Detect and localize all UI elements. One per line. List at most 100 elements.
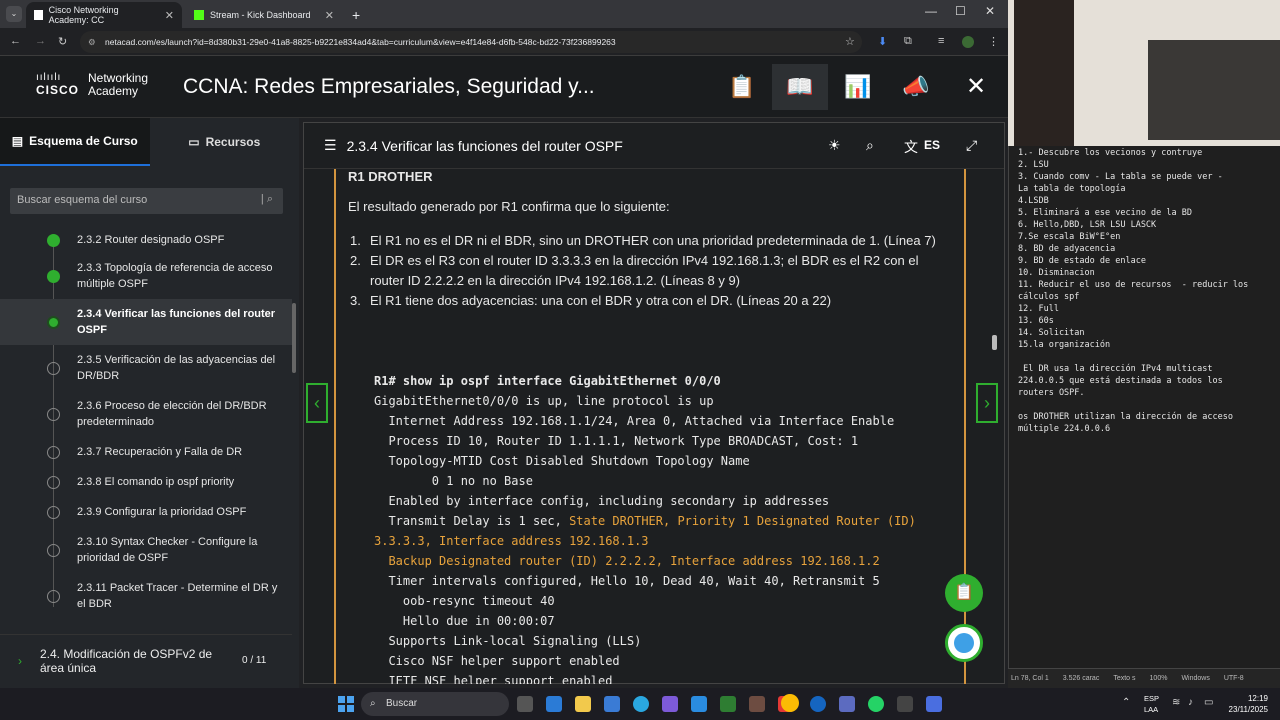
outline-item[interactable]: 2.3.7 Recuperación y Falla de DR	[0, 437, 292, 467]
kick-favicon-icon	[194, 10, 204, 20]
chevron-circle-icon	[47, 505, 60, 519]
task-view-icon[interactable]	[517, 696, 533, 712]
close-course-icon[interactable]: ✕	[948, 64, 1004, 110]
telegram-icon[interactable]	[633, 696, 649, 712]
tab-resources[interactable]: ▭ Recursos	[150, 118, 300, 166]
maximize-icon[interactable]: ☐	[955, 4, 966, 18]
profile-avatar[interactable]	[962, 36, 974, 48]
outline-item[interactable]: 2.3.10 Syntax Checker - Configure la pri…	[0, 527, 292, 573]
download-icon[interactable]: ⬇	[878, 35, 887, 48]
whatsapp-icon[interactable]	[868, 696, 884, 712]
battery-icon[interactable]: ▭	[1204, 697, 1213, 708]
content-scrollbar[interactable]	[992, 335, 997, 350]
address-bar[interactable]: ⚙ netacad.com/es/launch?id=8d380b31-29e0…	[80, 31, 862, 53]
item-label: 2.3.9 Configurar la prioridad OSPF	[77, 506, 247, 518]
content-body: R1 DROTHER El resultado generado por R1 …	[334, 169, 966, 684]
minimize-icon[interactable]: —	[925, 4, 937, 18]
line-ending[interactable]: Windows	[1181, 675, 1209, 682]
language-indicator[interactable]: ESP LAA	[1144, 693, 1159, 715]
close-window-icon[interactable]: ✕	[985, 4, 995, 18]
notepad-editor[interactable]: 1.- Descubre los vecionos y contruye 2. L…	[1008, 146, 1280, 686]
file-explorer-icon[interactable]	[575, 696, 591, 712]
app-icon[interactable]	[662, 696, 678, 712]
next-page-button[interactable]: ›	[976, 383, 998, 423]
vscode-icon[interactable]	[691, 696, 707, 712]
note-line: La tabla de topología	[1018, 184, 1126, 194]
language-selector[interactable]: ES	[924, 138, 940, 152]
tab-course-outline[interactable]: ▤ Esquema de Curso	[0, 118, 150, 166]
chevron-circle-icon	[47, 589, 60, 603]
lang-line: ESP	[1144, 694, 1160, 703]
brightness-icon[interactable]: ☀	[828, 137, 841, 154]
outline-item[interactable]: 2.3.6 Proceso de elección del DR/BDR pre…	[0, 391, 292, 437]
app-icon[interactable]	[810, 696, 826, 712]
notes-fab-button[interactable]: 📋	[945, 574, 983, 612]
clock-time: 12:19	[1247, 694, 1268, 703]
extensions-icon[interactable]: ⧉	[904, 35, 912, 48]
teams-icon[interactable]	[839, 696, 855, 712]
notepad-text[interactable]: 1.- Descubre los vecionos y contruye 2. L…	[1018, 147, 1248, 435]
windows-start-icon[interactable]	[338, 696, 354, 712]
chevron-circle-icon	[47, 407, 60, 421]
chrome-icon[interactable]	[781, 694, 799, 712]
chart-icon[interactable]: 📊	[830, 64, 886, 110]
tab-kick[interactable]: Stream - Kick Dashboard ✕	[186, 2, 342, 28]
outline-item[interactable]: 2.3.3 Topología de referencia de acceso …	[0, 253, 292, 299]
intro-text: El resultado generado por R1 confirma qu…	[348, 199, 670, 214]
new-tab-button[interactable]: +	[344, 2, 364, 28]
site-info-icon[interactable]: ⚙	[88, 31, 96, 53]
assistant-icon	[954, 633, 974, 653]
outline-item[interactable]: 2.3.9 Configurar la prioridad OSPF	[0, 497, 292, 527]
wifi-icon[interactable]: ≋	[1172, 697, 1180, 708]
tab-search-button[interactable]: ⌄	[6, 6, 22, 22]
megaphone-icon[interactable]: 📣	[888, 64, 944, 110]
clipboard-icon[interactable]: 📋	[714, 64, 770, 110]
edge-icon[interactable]	[546, 696, 562, 712]
tab-cisco[interactable]: Cisco Networking Academy: CC ✕	[26, 2, 182, 28]
text-mode: Texto s	[1113, 675, 1136, 682]
volume-icon[interactable]: ♪	[1188, 697, 1193, 708]
bookmark-star-icon[interactable]: ☆	[845, 35, 855, 48]
system-clock[interactable]: 12:19 23/11/2025	[1229, 693, 1268, 715]
item-label: 2.3.7 Recuperación y Falla de DR	[77, 446, 243, 458]
tray-chevron-icon[interactable]: ⌃	[1122, 697, 1130, 708]
outline-item[interactable]: 2.3.8 El comando ip ospf priority	[0, 467, 292, 497]
search-icon[interactable]: | ⌕	[261, 193, 273, 206]
outline-search-input[interactable]: Buscar esquema del curso | ⌕	[10, 188, 283, 214]
forward-icon[interactable]: →	[35, 35, 46, 47]
menu-icon[interactable]: ⋮	[988, 35, 999, 48]
code-highlight: State DROTHER, Priority 1 Designated Rou…	[569, 514, 916, 528]
notepad-icon[interactable]	[926, 696, 942, 712]
back-icon[interactable]: ←	[10, 35, 21, 47]
app-icon[interactable]	[720, 696, 736, 712]
browser-tab-strip: ⌄ Cisco Networking Academy: CC ✕ Stream …	[0, 0, 1008, 28]
close-icon[interactable]: ✕	[165, 9, 174, 22]
expand-icon[interactable]: ⤢	[966, 137, 977, 154]
chevron-circle-icon	[47, 543, 60, 557]
outline-item[interactable]: 2.3.11 Packet Tracer - Determine el DR y…	[0, 573, 292, 619]
assistant-fab-button[interactable]	[945, 624, 983, 662]
course-outline-sidebar: ▤ Esquema de Curso ▭ Recursos Buscar esque…	[0, 118, 299, 688]
previous-page-button[interactable]: ‹	[306, 383, 328, 423]
close-icon[interactable]: ✕	[325, 9, 334, 22]
cisco-logo[interactable]: ıılıılı CISCO Networking Academy	[36, 72, 148, 98]
encoding[interactable]: UTF-8	[1224, 675, 1244, 682]
sidepanel-icon[interactable]: ≡	[938, 35, 944, 47]
collapse-menu-icon[interactable]: ☰	[324, 137, 337, 154]
sidebar-scrollbar[interactable]	[292, 303, 296, 373]
outline-item[interactable]: 2.3.5 Verificación de las adyacencias de…	[0, 345, 292, 391]
note-line: 3. Cuando comv - La tabla se puede ver -	[1018, 172, 1223, 182]
app-icon[interactable]	[749, 696, 765, 712]
reload-icon[interactable]: ↻	[58, 35, 67, 48]
outline-section-2-4[interactable]: › 2.4. Modificación de OSPFv2 de área ún…	[0, 634, 292, 686]
translate-icon[interactable]: 文	[904, 137, 918, 157]
content-panel: ☰ 2.3.4 Verificar las funciones del rout…	[303, 122, 1005, 684]
outline-item-current[interactable]: 2.3.4 Verificar las funciones del router…	[0, 299, 292, 345]
app-icon[interactable]	[897, 696, 913, 712]
outline-item[interactable]: 2.3.2 Router designado OSPF	[0, 227, 292, 253]
zoom-level[interactable]: 100%	[1150, 675, 1168, 682]
book-icon[interactable]: 📖	[772, 64, 828, 110]
search-icon[interactable]: ⌕	[866, 137, 874, 154]
store-icon[interactable]	[604, 696, 620, 712]
taskbar-search[interactable]: ⌕ Buscar	[361, 692, 509, 716]
